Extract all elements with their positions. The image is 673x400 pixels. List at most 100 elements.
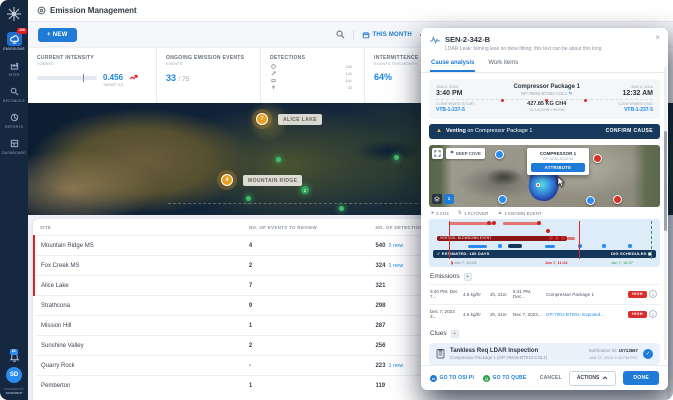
site-name: Fox Creek MS [34, 256, 243, 276]
emission-row[interactable]: Dec 7, 2023 3... 4.5 kg/hr 2h, 31m Dec 7… [429, 304, 660, 324]
clue-confirmed-check-icon[interactable]: ✓ [643, 349, 653, 359]
done-button[interactable]: DONE [623, 371, 659, 385]
source-point [536, 183, 540, 187]
attribute-button[interactable]: ATTRIBUTE [531, 163, 585, 172]
notifications-bell-icon[interactable]: 18 [9, 351, 20, 362]
notifications-badge: 18 [10, 349, 18, 355]
sidebar-item-sites[interactable]: SITES [0, 55, 28, 81]
layers-count-chip[interactable]: 1 [444, 194, 454, 204]
col-header-events[interactable]: NO. OF EVENTS TO REVIEW [243, 219, 370, 236]
new-detections-link[interactable]: 2 new [388, 243, 403, 249]
sensorup-logo-icon [3, 3, 25, 25]
tab-work-items[interactable]: Work items [487, 58, 519, 72]
search-icon[interactable] [336, 30, 345, 39]
event-timeline[interactable]: VENTING: BLOWDOWN EVENT ✓ ESTIMATED: 180… [429, 219, 660, 267]
emissions-add-icon[interactable]: + [464, 273, 472, 281]
summary-start: JAN 3, 2024 3:40 PM CONFIRMED START VTB-… [436, 84, 475, 113]
powered-by: POWERED BY SENSORUP [4, 388, 24, 396]
detection-marker[interactable] [586, 196, 595, 205]
detection-marker[interactable] [498, 195, 507, 204]
site-name: Quarry Rock [34, 356, 243, 376]
plane-icon [270, 71, 276, 76]
map-site-marker-mountain-ridge[interactable]: 4 [221, 174, 233, 186]
detection-marker[interactable] [613, 195, 622, 204]
map-detection-dot[interactable] [246, 196, 251, 201]
detection-marker[interactable] [593, 154, 602, 163]
toolbar-divider [353, 30, 354, 40]
satellite-view[interactable]: ⚑DEEP COVE COMPRESSOR 1 GP-3234-3234-15 … [429, 145, 660, 207]
clues-section-header: Clues + [421, 324, 668, 341]
map-site-marker-alice-lake[interactable]: 7 [256, 113, 268, 125]
emission-row[interactable]: 3:40 PM, Dec 7... 4.5 kg/hr 2h, 31m 5:31… [429, 284, 660, 304]
sidebar-item-label: EMISSIONS [3, 47, 24, 51]
map-site-label-mountain-ridge[interactable]: MOUNTAIN RIDGE [243, 175, 302, 186]
summary-asset: Compressor Package 1 GP-78816-BT301-COL1… [514, 84, 580, 113]
event-summary-card: JAN 3, 2024 3:40 PM CONFIRMED START VTB-… [429, 79, 660, 119]
timeline-marker-line [579, 221, 580, 259]
map-detection-dot[interactable] [394, 155, 399, 160]
check-icon: ✓ [437, 251, 441, 256]
event-title: SEN-2-342-B [445, 35, 601, 44]
calendar-icon [362, 31, 370, 39]
sidebar-item-dashboard[interactable]: DASHBOARD [0, 133, 28, 159]
row-menu-icon[interactable]: ≡ [649, 310, 657, 318]
sidebar-item-reconcile[interactable]: RECONCILE [0, 81, 28, 107]
map-detection-cluster[interactable]: 2 [301, 186, 309, 194]
dashboard-icon [7, 136, 22, 150]
stat-ongoing-events: ONGOING EMISSION EVENTS EVENTS 33 / 75 [156, 48, 260, 103]
cancel-button[interactable]: CANCEL [540, 375, 562, 381]
summary-end: JAN 4, 2024 12:32 AM CONFIRMED END VTB-1… [618, 84, 653, 113]
layers-icon[interactable] [432, 194, 442, 204]
source-link[interactable]: GP-7001-BT001- Exposed... [546, 312, 626, 317]
emissions-section-header: Emissions + [421, 267, 668, 284]
clues-add-icon[interactable]: + [451, 330, 459, 338]
events-value: 33 [166, 73, 176, 83]
actions-button[interactable]: ACTIONS [569, 371, 617, 386]
sidebar-item-reports[interactable]: REPORTS [0, 107, 28, 133]
notification-id: Notification ID: 10713867 [589, 348, 638, 353]
map-site-label-alice-lake[interactable]: ALICE LAKE [278, 114, 322, 125]
map-detection-dot[interactable] [276, 157, 281, 162]
tab-cause-analysis[interactable]: Cause analysis [430, 58, 475, 72]
new-detections-link[interactable]: 1 new [388, 263, 403, 269]
end-ref-link[interactable]: VTB-1-237-5 [618, 107, 653, 113]
clue-card[interactable]: Tankless Req LDAR Inspection Compressor … [429, 343, 660, 366]
site-name: Sunshine Valley [34, 336, 243, 356]
stat-detections: DETECTIONS 232 141 141 32 [260, 48, 364, 103]
severity-badge: HIGH [628, 311, 647, 318]
osipi-icon: π [430, 375, 437, 382]
panel-footer: πGO TO OSI PI QGO TO QUBE CANCEL ACTIONS… [421, 365, 668, 390]
confirm-cause-button[interactable]: CONFIRM CAUSE [606, 128, 653, 134]
events-total: / 75 [179, 76, 190, 83]
site-name: Strathcona [34, 296, 243, 316]
severity-badge: HIGH [628, 291, 647, 298]
start-ref-link[interactable]: VTB-1-237-5 [436, 107, 475, 113]
scrollbar-thumb[interactable] [664, 131, 667, 231]
close-icon[interactable]: × [655, 34, 660, 42]
user-avatar[interactable]: SD [6, 367, 22, 383]
event-detail-panel: SEN-2-342-B LDAR Leak: turning leak on b… [421, 28, 668, 390]
site-name: Mission Hill [34, 316, 243, 336]
trend-up-icon [129, 74, 138, 81]
sidebar-item-label: REPORTS [5, 125, 23, 129]
detection-marker[interactable] [495, 150, 504, 159]
attribute-tooltip: COMPRESSOR 1 GP-3234-3234-15 ATTRIBUTE [527, 148, 589, 175]
go-to-qube-link[interactable]: QGO TO QUBE [483, 375, 526, 382]
time-filter[interactable]: THIS MONTH [362, 31, 412, 39]
venting-timeline-bar[interactable]: VENTING: BLOWDOWN EVENT [437, 236, 567, 241]
row-menu-icon[interactable]: ≡ [649, 290, 657, 298]
edit-icon[interactable]: ✎ [568, 91, 572, 97]
new-detections-link[interactable]: 1 new [388, 363, 403, 369]
panel-scrollbar[interactable] [664, 66, 667, 360]
map-detection-dot[interactable] [339, 206, 344, 211]
go-to-osipi-link[interactable]: πGO TO OSI PI [430, 375, 474, 382]
site-name: Mountain Ridge MS [34, 236, 243, 256]
sidebar-item-emissions[interactable]: 100 EMISSIONS [0, 29, 28, 55]
intensity-value: 0.456 [103, 73, 123, 82]
warning-icon: ▲ [436, 128, 442, 134]
satellite-location-chip[interactable]: ⚑DEEP COVE [446, 148, 485, 159]
col-header-site[interactable]: SITE [34, 219, 243, 236]
clue-title: Tankless Req LDAR Inspection [450, 348, 547, 354]
new-button[interactable]: + NEW [38, 28, 77, 42]
expand-icon[interactable] [432, 148, 443, 159]
